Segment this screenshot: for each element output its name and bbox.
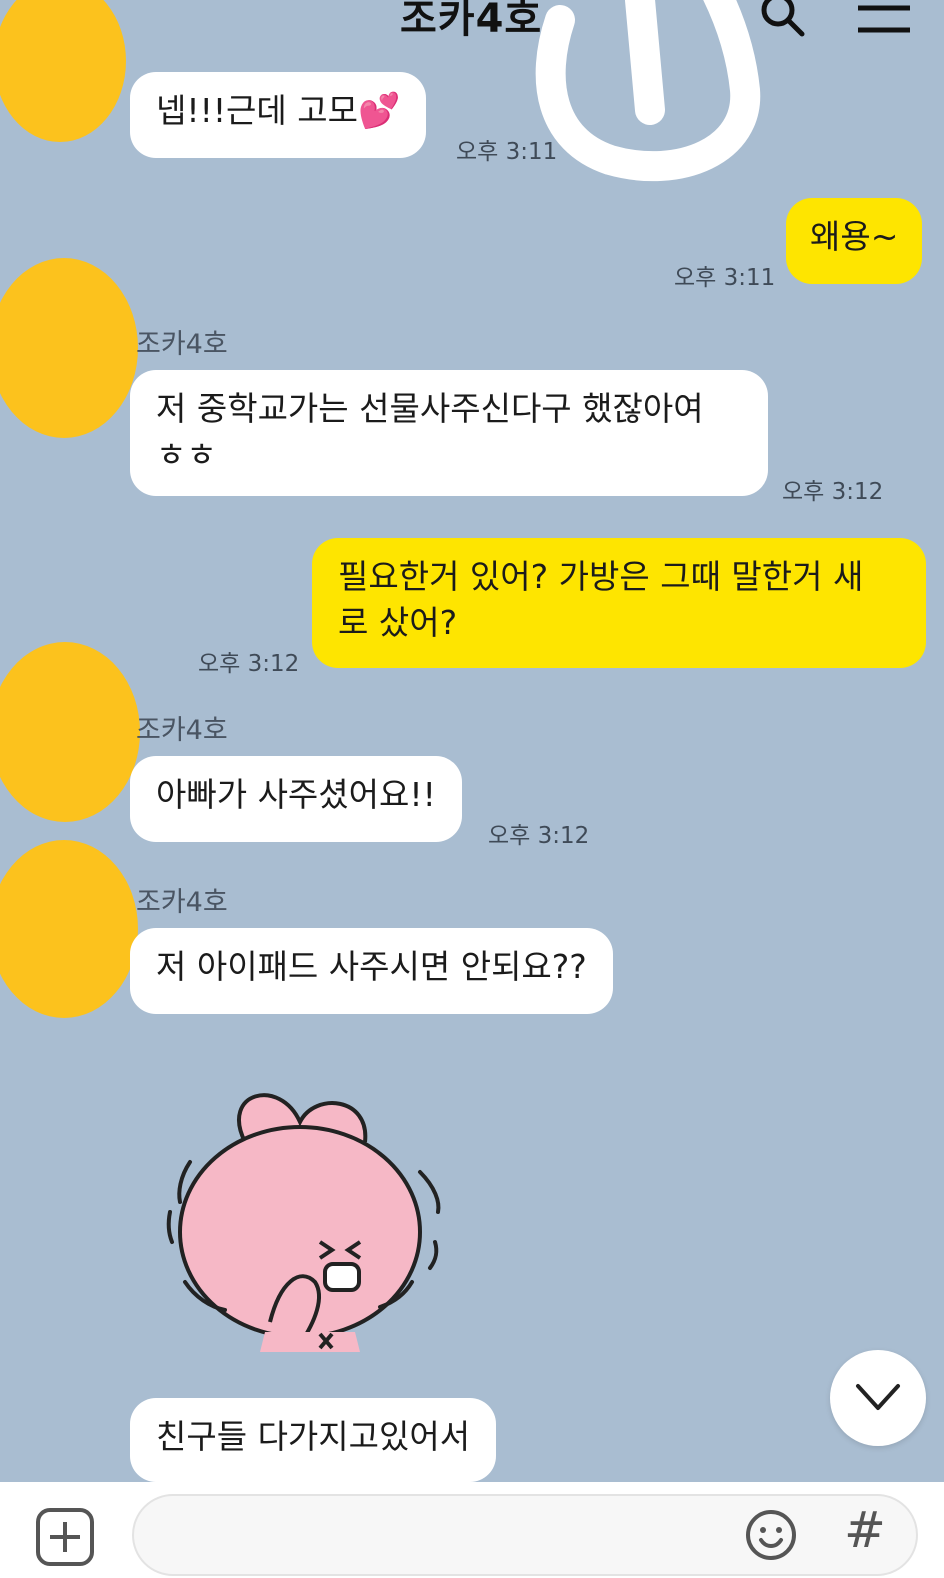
message-time: 오후 3:12 <box>782 479 884 505</box>
message-text: 넵!!!근데 고모 <box>156 91 358 130</box>
message-text: 친구들 다가지고있어서 <box>156 1417 471 1456</box>
sender-name: 조카4호 <box>136 887 228 918</box>
message-time: 오후 3:11 <box>456 139 558 165</box>
avatar[interactable] <box>0 840 138 1018</box>
attach-button[interactable] <box>34 1506 98 1570</box>
smiley-icon <box>746 1510 796 1560</box>
message-bubble[interactable]: 아빠가 사주셨어요!! <box>130 756 462 842</box>
emoticon-button[interactable] <box>744 1508 798 1562</box>
scroll-to-bottom-button[interactable] <box>830 1350 926 1446</box>
avatar[interactable] <box>0 0 126 142</box>
message-input[interactable] <box>132 1494 918 1576</box>
hashtag-button[interactable]: # <box>844 1500 892 1560</box>
menu-button[interactable] <box>856 0 912 40</box>
message-text: 필요한거 있어? 가방은 그때 말한거 새 로 샀어? <box>338 557 864 642</box>
avatar[interactable] <box>0 258 138 438</box>
my-message-bubble[interactable]: 왜용~ <box>786 198 923 284</box>
search-button[interactable] <box>758 0 806 40</box>
message-time: 오후 3:11 <box>674 265 776 291</box>
message-input-bar: # <box>0 1482 944 1578</box>
menu-icon <box>858 5 910 33</box>
message-text: 왜용~ <box>810 217 899 256</box>
pink-bunny-sticker-icon[interactable] <box>150 1082 460 1372</box>
my-message-bubble[interactable]: 필요한거 있어? 가방은 그때 말한거 새 로 샀어? <box>312 538 926 668</box>
redaction-scribble <box>535 0 761 182</box>
sender-name: 조카4호 <box>136 329 228 360</box>
chevron-down-icon <box>856 1384 900 1410</box>
search-icon <box>761 0 805 37</box>
message-bubble[interactable]: 저 중학교가는 선물사주신다구 했잖아여 ㅎㅎ <box>130 370 768 496</box>
message-time: 오후 3:12 <box>198 651 300 677</box>
message-text: 저 아이패드 사주시면 안되요?? <box>156 947 587 986</box>
message-bubble[interactable]: 저 아이패드 사주시면 안되요?? <box>130 928 613 1014</box>
message-text: 아빠가 사주셨어요!! <box>156 775 436 814</box>
message-bubble[interactable]: 넵!!!근데 고모💕 <box>130 72 427 158</box>
message-time: 오후 3:12 <box>488 823 590 849</box>
hearts-emoji: 💕 <box>357 91 401 131</box>
sender-name: 조카4호 <box>136 715 228 746</box>
plus-square-icon <box>36 1508 94 1566</box>
avatar[interactable] <box>0 642 140 822</box>
message-text: 저 중학교가는 선물사주신다구 했잖아여 ㅎㅎ <box>156 389 704 474</box>
message-bubble[interactable]: 친구들 다가지고있어서 <box>130 1398 497 1482</box>
